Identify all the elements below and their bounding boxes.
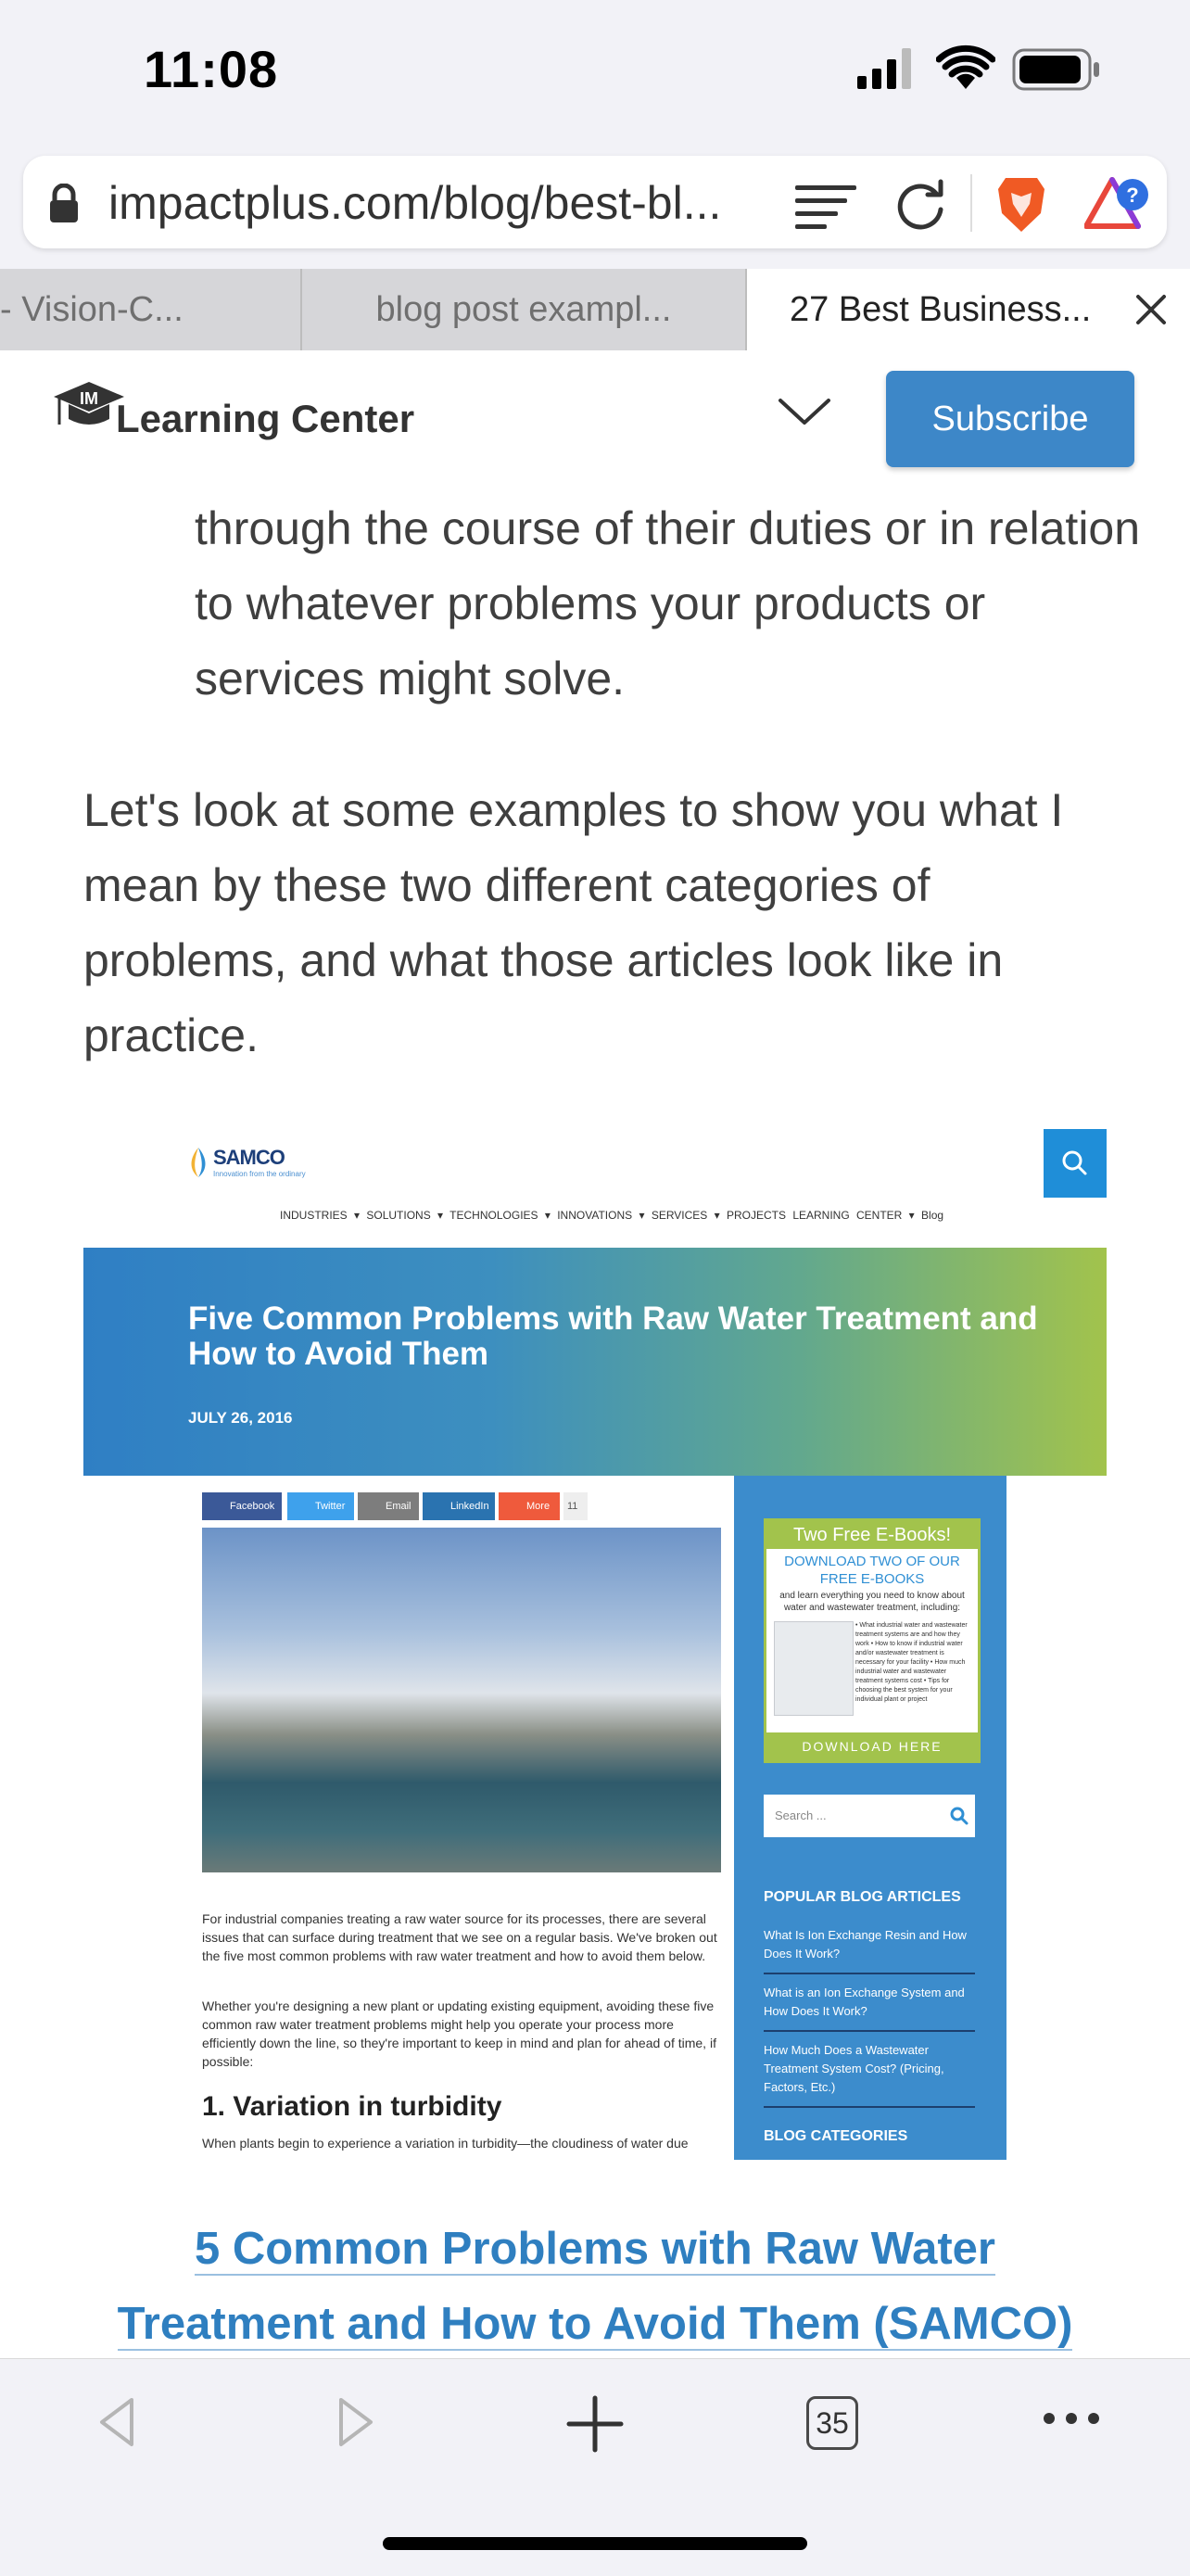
samco-sidebar: Two Free E-Books! DOWNLOAD TWO OF OUR FR… <box>734 1476 1006 2160</box>
reader-menu-icon[interactable] <box>795 184 856 230</box>
tab-active-label: 27 Best Business... <box>790 290 1092 329</box>
cellular-signal-icon <box>857 48 911 89</box>
caption-link-line-1[interactable]: 5 Common Problems with Raw Water <box>195 2224 995 2276</box>
sidebar-article-link: What is an Ion Exchange System and How D… <box>764 1984 975 2032</box>
bottom-toolbar: 35 <box>0 2358 1190 2576</box>
samco-article-screenshot[interactable]: SAMCO Innovation from the ordinary INDUS… <box>83 1112 1107 2160</box>
ebook-download-text: DOWNLOAD TWO OF OUR FREE E-BOOKS <box>784 1554 960 1587</box>
share-count: 11 <box>563 1492 588 1520</box>
status-bar: 11:08 <box>0 0 1190 139</box>
image-caption-link[interactable]: 5 Common Problems with Raw Water Treatme… <box>83 2212 1107 2362</box>
samco-search-button <box>1044 1129 1107 1198</box>
sidebar-search-field: Search ... <box>764 1795 975 1837</box>
forward-icon[interactable] <box>335 2394 376 2450</box>
share-twitter-label: Twitter <box>315 1501 346 1512</box>
samco-body-text: Whether you're designing a new plant or … <box>202 1999 716 2069</box>
caption-link-line-2[interactable]: Treatment and How to Avoid Them (SAMCO) <box>117 2299 1073 2351</box>
popular-articles-heading: POPULAR BLOG ARTICLES <box>764 1889 961 1905</box>
status-time: 11:08 <box>144 40 279 98</box>
samco-tagline: Innovation from the ordinary <box>213 1170 306 1178</box>
more-options-icon[interactable] <box>1042 2407 1101 2430</box>
share-email: Email <box>358 1492 419 1520</box>
share-linkedin: LinkedIn <box>423 1492 495 1520</box>
address-bar-container: impactplus.com/blog/best-bl... ? <box>0 139 1190 269</box>
learning-center-brand[interactable]: Learning Center <box>116 397 414 441</box>
samco-body-text: For industrial companies treating a raw … <box>202 1911 717 1963</box>
samco-hero-title: Five Common Problems with Raw Water Trea… <box>188 1301 1038 1372</box>
sidebar-article-link: How Much Does a Wastewater Treatment Sys… <box>764 2041 975 2108</box>
divider <box>970 174 972 232</box>
samco-hero-date: JULY 26, 2016 <box>188 1409 293 1427</box>
subscribe-button[interactable]: Subscribe <box>886 371 1134 467</box>
site-header: IM Learning Center Subscribe <box>0 350 1190 469</box>
search-icon <box>950 1807 968 1825</box>
tab-vision[interactable]: - Vision-C... <box>0 269 302 350</box>
samco-logo-text: SAMCO <box>213 1146 285 1169</box>
battery-icon <box>1012 48 1099 91</box>
samco-body-text: When plants begin to experience a variat… <box>202 2136 689 2151</box>
share-email-label: Email <box>386 1501 411 1512</box>
tab-blog-post-examples[interactable]: blog post exampl... <box>302 269 747 350</box>
samco-hero-banner: Five Common Problems with Raw Water Trea… <box>83 1248 1107 1476</box>
new-tab-plus-icon[interactable] <box>565 2394 625 2454</box>
lock-icon <box>50 184 78 222</box>
samco-nav: INDUSTRIES ▾ SOLUTIONS ▾ TECHNOLOGIES ▾ … <box>280 1209 944 1222</box>
share-more-label: More <box>526 1501 551 1512</box>
share-twitter: Twitter <box>287 1492 354 1520</box>
share-linkedin-label: LinkedIn <box>450 1501 489 1512</box>
share-facebook-label: Facebook <box>230 1501 275 1512</box>
article-paragraph: through the course of their duties or in… <box>195 502 1141 704</box>
ebook-heading: Two Free E-Books! <box>766 1521 978 1549</box>
sidebar-article-link: What Is Ion Exchange Resin and How Does … <box>764 1926 975 1974</box>
home-indicator <box>383 2537 807 2550</box>
wifi-icon <box>936 44 995 89</box>
reload-icon[interactable] <box>892 178 948 234</box>
share-facebook: Facebook <box>202 1492 282 1520</box>
water-treatment-photo <box>202 1528 721 1872</box>
share-more: More <box>499 1492 560 1520</box>
svg-text:?: ? <box>1126 184 1138 207</box>
blog-categories-heading: BLOG CATEGORIES <box>764 2128 908 2144</box>
search-icon <box>1062 1150 1087 1175</box>
samco-heading: 1. Variation in turbidity <box>202 2091 502 2122</box>
ebook-download-button: DOWNLOAD HERE <box>766 1732 978 1760</box>
tab-count-button[interactable]: 35 <box>806 2396 858 2450</box>
ebook-promo: Two Free E-Books! DOWNLOAD TWO OF OUR FR… <box>764 1518 981 1763</box>
back-icon[interactable] <box>96 2394 137 2450</box>
tab-strip: - Vision-C... blog post exampl... 27 Bes… <box>0 269 1190 351</box>
rewards-icon[interactable]: ? <box>1084 174 1151 230</box>
graduation-cap-logo-icon: IM <box>54 382 124 425</box>
ebook-cover-image <box>774 1621 854 1716</box>
ebook-subtext: and learn everything you need to know ab… <box>779 1591 965 1613</box>
url-text[interactable]: impactplus.com/blog/best-bl... <box>108 176 721 230</box>
samco-logo-icon <box>191 1148 206 1177</box>
ebook-list: • What industrial water and wastewater t… <box>855 1622 968 1703</box>
close-icon[interactable] <box>1133 291 1170 328</box>
article-paragraph: Let's look at some examples to show you … <box>83 784 1064 1061</box>
address-bar[interactable]: impactplus.com/blog/best-bl... ? <box>23 156 1167 248</box>
brave-shields-icon[interactable] <box>996 176 1046 234</box>
svg-text:IM: IM <box>80 389 98 408</box>
tab-active[interactable]: 27 Best Business... <box>747 269 1190 350</box>
chevron-down-icon[interactable] <box>777 395 832 428</box>
